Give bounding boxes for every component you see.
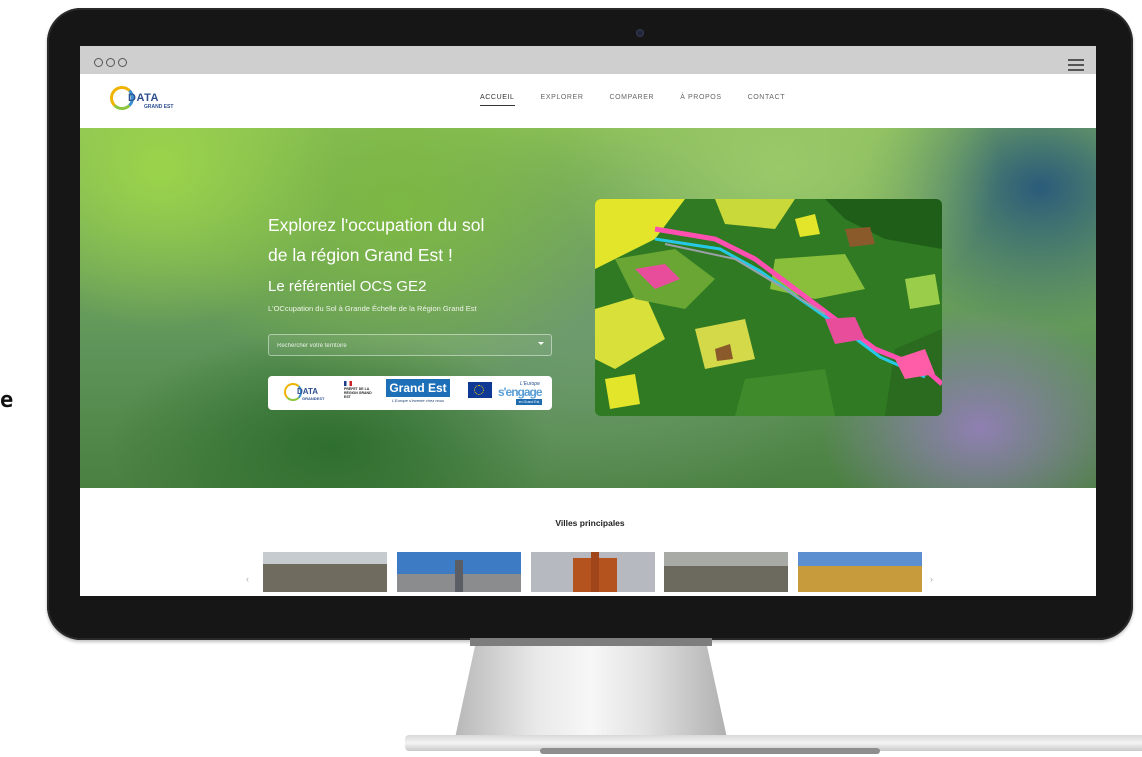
chevron-down-icon[interactable] [538, 342, 544, 345]
nav-a-propos[interactable]: À PROPOS [680, 94, 721, 106]
city-thumbnail[interactable] [397, 552, 521, 592]
stray-glyph: e [0, 388, 14, 413]
datagrandest-partner-logo: DATA GRANDEST [284, 383, 328, 403]
monitor-stand [455, 638, 727, 738]
prefet-text: PRÉFET DE LA RÉGION GRAND EST [344, 387, 372, 399]
prefet-logo: PRÉFET DE LA RÉGION GRAND EST [342, 381, 372, 405]
nav-comparer[interactable]: COMPARER [609, 94, 654, 106]
chevron-right-icon[interactable]: › [930, 574, 933, 584]
french-flag-icon [344, 381, 352, 386]
monitor-base-shadow [540, 748, 880, 754]
hero-description: L'OCcupation du Sol à Grande Échelle de … [268, 304, 477, 313]
hero-title: Explorez l'occupation du sol de la régio… [268, 210, 568, 270]
webcam-icon [636, 29, 644, 37]
city-photo-city [664, 552, 788, 592]
city-thumbnail[interactable] [664, 552, 788, 592]
city-thumbnail[interactable] [531, 552, 655, 592]
hamburger-icon[interactable] [1068, 59, 1084, 71]
europe-big-text: s'engage [498, 385, 543, 399]
window-minimize-dot-icon[interactable] [106, 58, 115, 67]
nav-explorer[interactable]: EXPLORER [541, 94, 584, 106]
navbar: DATA GRAND EST ACCUEIL EXPLORER COMPARER… [80, 74, 1096, 129]
land-use-map-graphic [595, 199, 942, 416]
nav-contact[interactable]: CONTACT [748, 94, 786, 106]
city-photo-aerial [263, 552, 387, 592]
browser-window: DATA GRAND EST ACCUEIL EXPLORER COMPARER… [80, 46, 1096, 596]
city-thumbnail[interactable] [798, 552, 922, 592]
main-nav: ACCUEIL EXPLORER COMPARER À PROPOS CONTA… [480, 94, 811, 106]
web-page: DATA GRAND EST ACCUEIL EXPLORER COMPARER… [80, 74, 1096, 596]
city-photo-square [798, 552, 922, 592]
city-photo-palace [397, 552, 521, 592]
europe-engage-logo: L'Europe s'engage en Grand Est [498, 381, 543, 405]
territory-search[interactable] [268, 334, 552, 356]
hero-title-line-2: de la région Grand Est ! [268, 245, 453, 265]
logo-sub: GRAND EST [144, 104, 174, 110]
eu-flag-icon [468, 382, 492, 398]
europe-bar-text: en Grand Est [516, 399, 542, 405]
data-logo-word: DATA [297, 387, 319, 396]
partners-logos: DATA GRANDEST PRÉFET DE LA RÉGION GRAND … [268, 376, 552, 410]
data-logo-sub: GRANDEST [302, 396, 325, 401]
grand-est-logo: Grand Est L'Europe s'invente chez nous [386, 379, 450, 407]
hero-section: Explorez l'occupation du sol de la régio… [80, 128, 1096, 488]
chevron-left-icon[interactable]: ‹ [246, 574, 249, 584]
monitor-stand-shadow [470, 638, 712, 646]
hero-subtitle: Le référentiel OCS GE2 [268, 278, 427, 295]
territory-search-input[interactable] [275, 339, 529, 353]
window-close-dot-icon[interactable] [94, 58, 103, 67]
datagrandest-logo[interactable]: DATA GRAND EST [110, 86, 174, 114]
cities-carousel: ‹ › [80, 552, 1096, 596]
land-use-map[interactable] [595, 199, 942, 416]
cities-section-title: Villes principales [555, 518, 625, 528]
window-maximize-dot-icon[interactable] [118, 58, 127, 67]
logo-word: DATA [128, 92, 159, 104]
grand-est-wordmark: Grand Est [386, 379, 450, 397]
grand-est-tagline: L'Europe s'invente chez nous [391, 398, 444, 403]
city-thumbnail[interactable] [263, 552, 387, 592]
hero-title-line-1: Explorez l'occupation du sol [268, 215, 485, 235]
city-photo-cathedral [531, 552, 655, 592]
browser-titlebar [80, 46, 1096, 74]
nav-accueil[interactable]: ACCUEIL [480, 94, 515, 106]
